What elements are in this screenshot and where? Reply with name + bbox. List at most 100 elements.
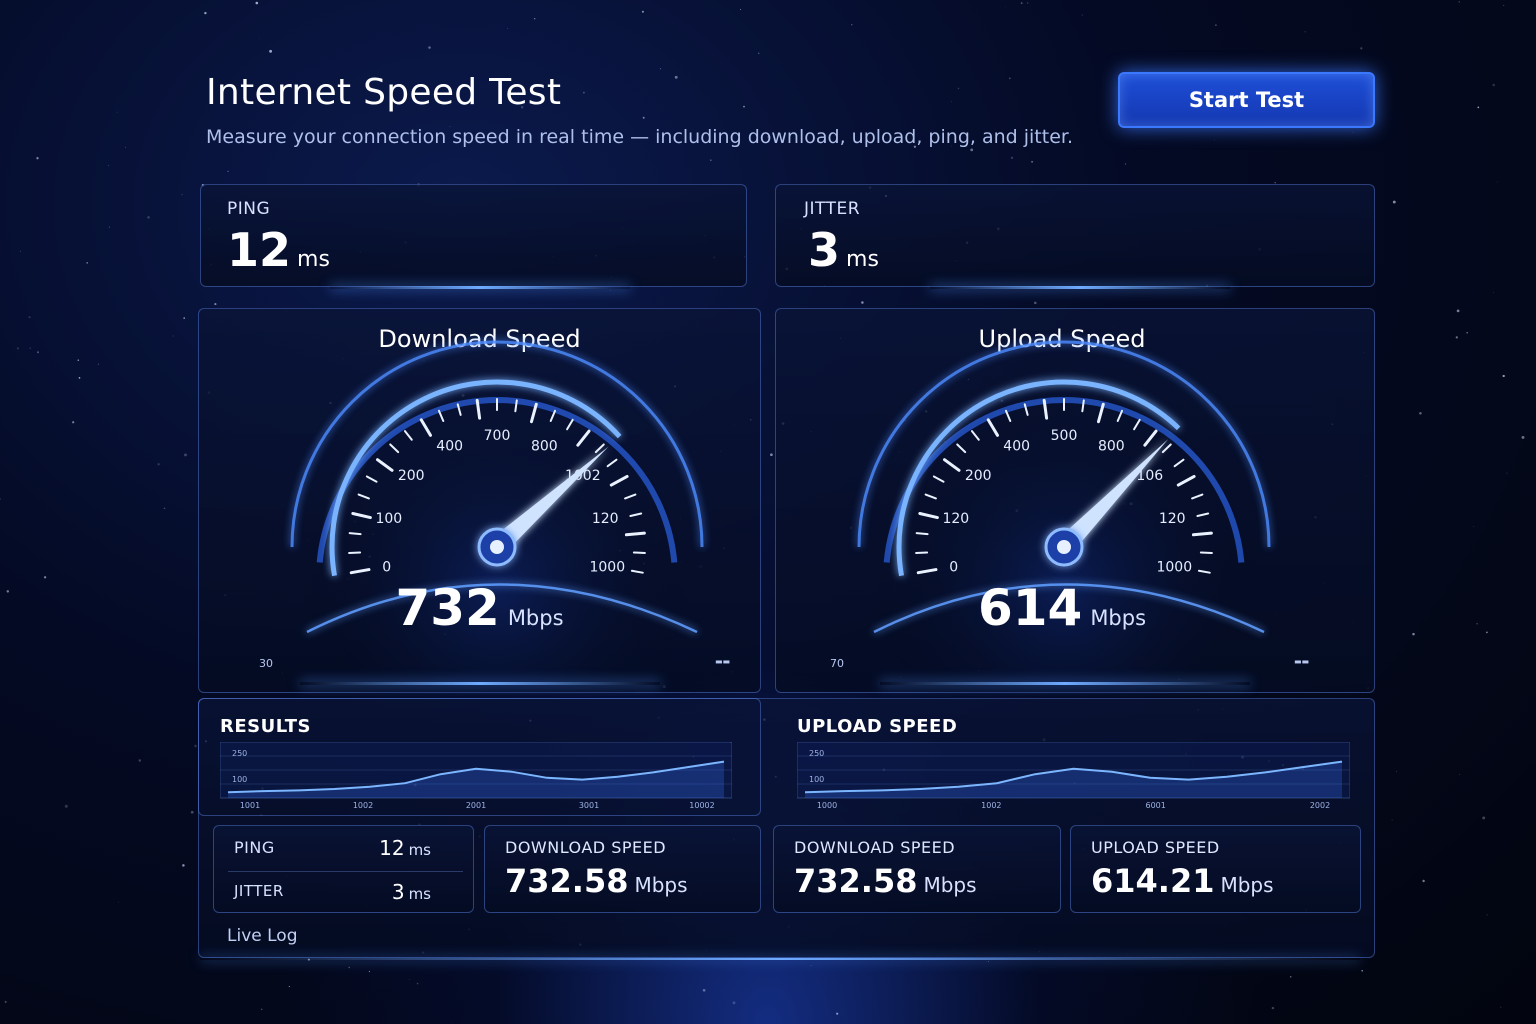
download-panel-glow [300,682,660,685]
live-log-link[interactable]: Live Log [227,926,297,946]
star-dot [416,982,419,985]
star-dot [851,24,853,26]
star-dot [0,498,2,500]
gauge-tick-label: 200 [965,468,992,484]
jitter-card: JITTER 3 ms [775,184,1375,287]
upload-panel-glow [880,682,1250,685]
star-dot [20,250,22,252]
bottom-horizon-glow [200,958,1360,960]
star-dot [836,1012,839,1015]
ping-label: PING [227,199,271,219]
star-dot [1034,301,1037,305]
jitter-card-glow [930,286,1230,289]
star-dot [190,810,194,814]
star-dot [1456,309,1460,313]
star-dot [951,101,953,103]
star-dot [86,262,89,264]
download-result-label: DOWNLOAD SPEED [505,838,667,857]
star-dot [182,864,185,867]
star-dot [368,970,370,973]
star-dot [1392,200,1396,204]
star-dot [642,116,645,119]
star-dot [582,91,585,94]
star-dot [269,49,273,53]
chart-y-tick-label: 100 [809,775,824,784]
ping-card-glow [330,286,630,289]
star-dot [987,961,989,963]
chart-x-tick-label: 3001 [579,801,599,810]
gauge-tick [348,532,362,536]
gauge-tick [1191,531,1213,537]
star-dot [740,9,742,11]
star-dot [428,46,431,49]
star-dot [183,317,186,319]
upload-gauge-corner-right: ▬▬ [1294,657,1310,666]
gauge-tick-label: 500 [1051,428,1078,444]
upload-result-label: UPLOAD SPEED [1091,838,1220,857]
upload-result-unit: Mbps [1220,873,1274,897]
upload-gauge-corner-left: 70 [830,657,844,670]
download-result-value-2: 732.58 Mbps [794,862,977,900]
star-dot [163,507,166,510]
star-dot [1304,31,1306,33]
star-dot [37,351,39,354]
star-dot [181,193,183,196]
star-dot [1419,412,1422,415]
ping-jitter-summary-card: PING 12 ms JITTER 3 ms [213,825,474,913]
download-result-value: 732.58 Mbps [505,862,688,900]
star-dot [1081,14,1083,16]
star-dot [641,10,644,13]
star-dot [1502,374,1505,378]
star-dot [1473,526,1475,528]
summary-ping-label: PING [234,838,275,857]
star-dot [732,1001,736,1005]
star-dot [1004,7,1006,9]
star-dot [1500,1006,1502,1008]
star-dot [78,377,81,379]
star-dot [1482,816,1486,820]
star-dot [957,87,960,90]
star-dot [1010,156,1014,159]
star-dot [1361,969,1363,972]
gauge-hub-center [490,540,504,554]
star-dot [1271,1006,1275,1010]
star-dot [743,105,745,108]
star-dot [125,146,126,148]
gauge-tick-label: 800 [1098,438,1125,454]
upload-gauge-value: 614 [977,579,1083,637]
chart-x-tick-label: 1002 [981,801,1001,810]
jitter-unit: ms [846,247,879,272]
summary-jitter-row: JITTER 3 ms [214,870,473,914]
star-dot [1492,83,1495,87]
star-dot [1215,24,1217,26]
star-dot [255,1,259,5]
download-result-label-2: DOWNLOAD SPEED [794,838,956,857]
download-result-card: DOWNLOAD SPEED 732.58 Mbps [484,825,761,913]
gauge-tick-label: 100 [375,511,402,527]
upload-result-card: UPLOAD SPEED 614.21 Mbps [1070,825,1361,913]
star-dot [6,590,10,593]
ping-unit: ms [297,247,330,272]
star-dot [204,11,207,15]
star-dot [348,966,350,969]
gauge-tick-label: 120 [942,511,969,527]
star-dot [118,901,119,903]
star-dot [36,157,39,160]
star-dot [28,316,31,319]
star-dot [1125,163,1127,165]
star-dot [64,804,68,808]
star-dot [1422,879,1425,883]
star-dot [138,759,141,762]
start-test-button[interactable]: Start Test [1118,72,1375,128]
star-dot [861,301,864,304]
star-dot [770,453,773,457]
star-dot [1503,4,1505,6]
star-dot [29,347,31,349]
download-result-unit: Mbps [634,873,688,897]
star-dot [1486,914,1488,916]
chart-x-tick-label: 1000 [817,801,837,810]
star-dot [1458,1,1460,3]
star-dot [1493,291,1495,293]
chart-y-tick-label: 100 [232,775,247,784]
ping-card: PING 12 ms [200,184,747,287]
